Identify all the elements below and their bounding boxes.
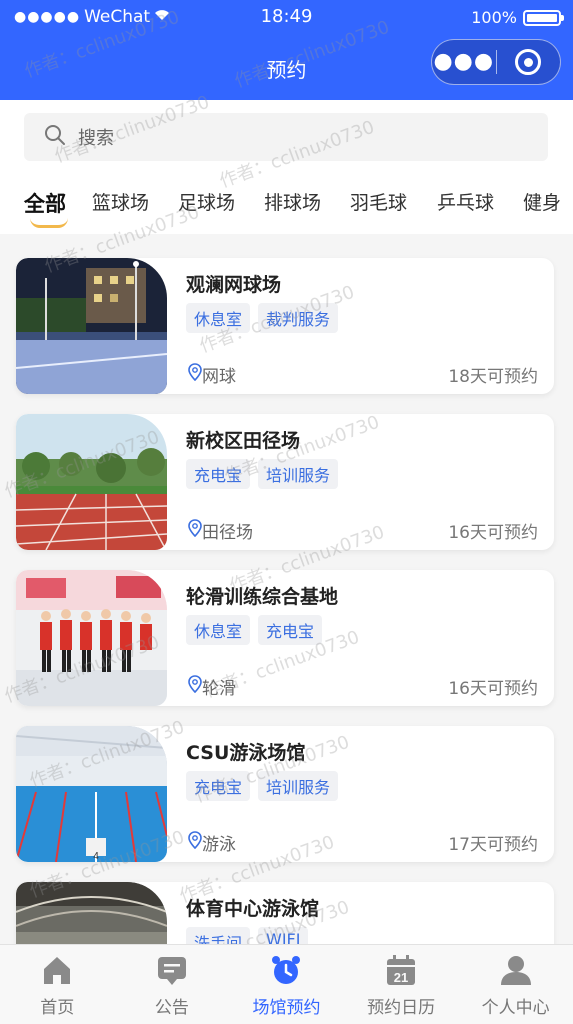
venue-tag: WIFI xyxy=(258,927,309,944)
venue-availability: 16天可预约 xyxy=(448,523,538,543)
user-icon xyxy=(500,956,531,985)
venue-availability: 17天可预约 xyxy=(448,835,538,855)
battery-icon xyxy=(523,9,564,26)
category-tabs: 全部 篮球场 足球场 排球场 羽毛球 乒乓球 健身 xyxy=(0,188,573,234)
venue-sport: 游泳 xyxy=(202,835,236,855)
venue-sport: 田径场 xyxy=(202,523,253,543)
tab-all[interactable]: 全部 xyxy=(24,188,66,218)
venue-location: 网球 xyxy=(188,362,236,387)
venue-thumbnail xyxy=(16,570,167,706)
status-bar: ●●●●● WeChat 18:49 100% xyxy=(0,0,573,34)
location-pin-icon xyxy=(188,363,202,386)
venue-tag: 休息室 xyxy=(186,615,251,645)
tab-table-tennis[interactable]: 乒乓球 xyxy=(437,188,494,215)
battery-percent: 100% xyxy=(471,8,517,27)
venue-tags: 洗手间 WIFI xyxy=(186,927,309,944)
close-miniprogram-icon[interactable] xyxy=(497,49,561,75)
venue-tag: 充电宝 xyxy=(186,771,251,801)
venue-name: 体育中心游泳馆 xyxy=(186,898,320,920)
venue-tags: 休息室 充电宝 xyxy=(186,615,323,645)
tabbar-item-calendar[interactable]: 21 预约日历 xyxy=(344,945,459,1024)
tabbar-label: 个人中心 xyxy=(481,998,550,1018)
tab-fitness[interactable]: 健身 xyxy=(523,188,561,215)
lane-number: 4 xyxy=(93,851,99,862)
venue-name: 轮滑训练综合基地 xyxy=(186,586,339,608)
venue-tag: 洗手间 xyxy=(186,927,251,944)
bottom-tab-bar: 首页 公告 场馆预约 21 预约日历 个人中心 xyxy=(0,944,573,1024)
venue-thumbnail xyxy=(16,882,167,944)
search-placeholder: 搜索 xyxy=(78,128,114,149)
mini-program-capsule: ●●● xyxy=(431,39,561,85)
tabbar-item-profile[interactable]: 个人中心 xyxy=(458,945,573,1024)
tabbar-label: 公告 xyxy=(154,998,189,1018)
venue-tag: 裁判服务 xyxy=(258,303,339,333)
tabbar-label: 首页 xyxy=(40,998,75,1018)
venue-tag: 培训服务 xyxy=(258,459,339,489)
location-pin-icon xyxy=(188,675,202,698)
venue-name: CSU游泳场馆 xyxy=(186,742,306,764)
venue-name: 新校区田径场 xyxy=(186,430,301,452)
venue-card[interactable]: 4 CSU游泳场馆 充电宝 培训服务 游泳 17天可预约 xyxy=(16,726,554,862)
tabbar-item-home[interactable]: 首页 xyxy=(0,945,115,1024)
tabbar-label: 场馆预约 xyxy=(252,998,321,1018)
location-pin-icon xyxy=(188,831,202,854)
venue-sport: 网球 xyxy=(202,367,236,387)
venue-sport: 轮滑 xyxy=(202,679,236,699)
venue-card[interactable]: 体育中心游泳馆 洗手间 WIFI xyxy=(16,882,554,944)
venue-thumbnail xyxy=(16,414,167,550)
alarm-clock-icon xyxy=(272,956,301,984)
location-pin-icon xyxy=(188,519,202,542)
tab-football[interactable]: 足球场 xyxy=(178,188,235,215)
tabbar-label: 预约日历 xyxy=(367,998,436,1018)
venue-thumbnail: 4 xyxy=(16,726,167,862)
venue-card[interactable]: 新校区田径场 充电宝 培训服务 田径场 16天可预约 xyxy=(16,414,554,550)
calendar-icon: 21 xyxy=(387,955,416,985)
tab-basketball[interactable]: 篮球场 xyxy=(92,188,149,215)
venue-tags: 休息室 裁判服务 xyxy=(186,303,339,333)
venue-location: 田径场 xyxy=(188,518,253,543)
venue-tags: 充电宝 培训服务 xyxy=(186,459,339,489)
search-input[interactable]: 搜索 xyxy=(24,113,548,161)
more-icon[interactable]: ●●● xyxy=(432,51,496,73)
tab-volleyball[interactable]: 排球场 xyxy=(264,188,321,215)
venue-name: 观澜网球场 xyxy=(186,274,282,296)
tabbar-item-notice[interactable]: 公告 xyxy=(115,945,230,1024)
notice-icon xyxy=(157,957,186,985)
venue-tag: 充电宝 xyxy=(258,615,323,645)
venue-tag: 充电宝 xyxy=(186,459,251,489)
tab-badminton[interactable]: 羽毛球 xyxy=(350,188,407,215)
venue-tag: 培训服务 xyxy=(258,771,339,801)
venue-card[interactable]: 轮滑训练综合基地 休息室 充电宝 轮滑 16天可预约 xyxy=(16,570,554,706)
venue-location: 游泳 xyxy=(188,830,236,855)
venue-thumbnail xyxy=(16,258,167,394)
tabbar-item-booking[interactable]: 场馆预约 xyxy=(229,945,344,1024)
home-icon xyxy=(44,957,71,984)
venue-availability: 16天可预约 xyxy=(448,679,538,699)
venue-tags: 充电宝 培训服务 xyxy=(186,771,339,801)
search-icon xyxy=(44,124,66,150)
venue-card[interactable]: 观澜网球场 休息室 裁判服务 网球 18天可预约 xyxy=(16,258,554,394)
venue-availability: 18天可预约 xyxy=(448,367,538,387)
active-tab-indicator xyxy=(30,218,68,228)
venue-tag: 休息室 xyxy=(186,303,251,333)
search-area: 搜索 全部 篮球场 足球场 排球场 羽毛球 乒乓球 健身 xyxy=(0,100,573,234)
venue-location: 轮滑 xyxy=(188,674,236,699)
nav-bar: 预约 ●●● xyxy=(0,34,573,100)
venue-list: 观澜网球场 休息室 裁判服务 网球 18天可预约 新校区田径场 充电宝 培训服务… xyxy=(0,234,573,944)
svg-text:21: 21 xyxy=(394,970,408,985)
